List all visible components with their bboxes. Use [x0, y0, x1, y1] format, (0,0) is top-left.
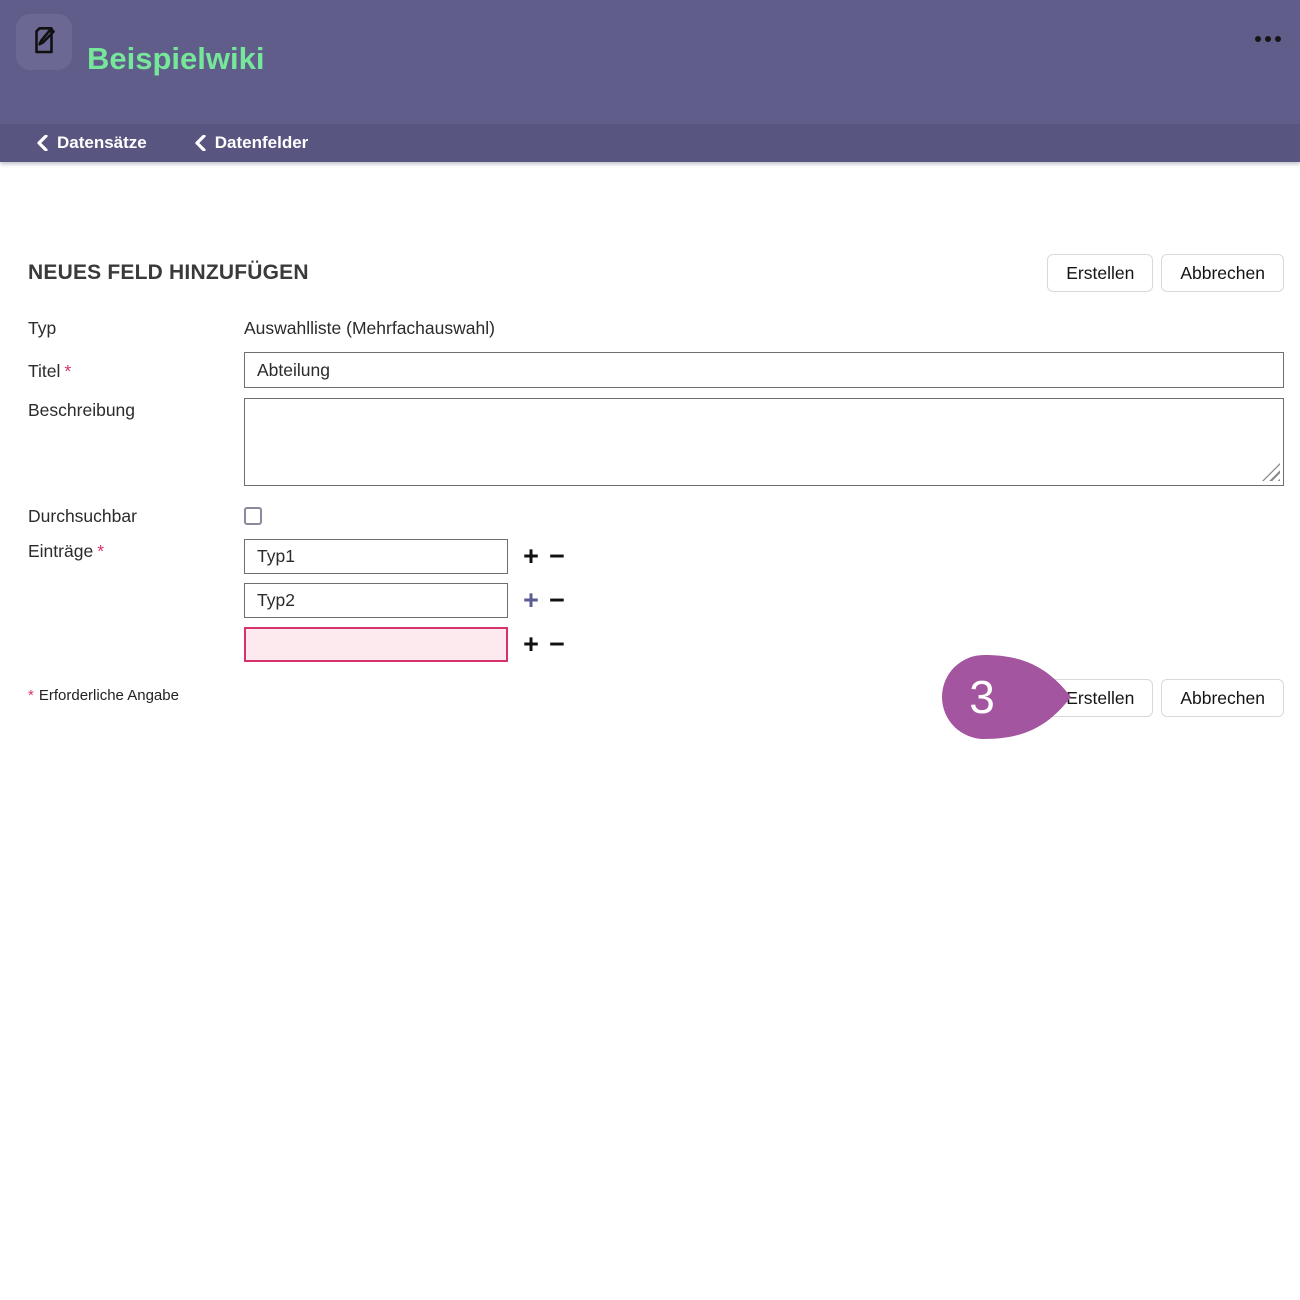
- back-chevron-icon: [194, 135, 206, 151]
- field-row-beschreibung: Beschreibung: [28, 398, 1284, 486]
- durchsuchbar-label: Durchsuchbar: [28, 504, 244, 527]
- titel-label: Titel*: [28, 359, 244, 382]
- back-chevron-icon: [36, 135, 48, 151]
- nav-item-datenfelder[interactable]: Datenfelder: [194, 133, 309, 153]
- beschreibung-textarea[interactable]: [244, 398, 1284, 486]
- breadcrumb-navbar: Datensätze Datenfelder: [0, 124, 1300, 162]
- nav-item-label: Datensätze: [57, 133, 147, 153]
- top-action-buttons: Erstellen Abbrechen: [1047, 254, 1284, 292]
- required-note: *Erforderliche Angabe: [28, 679, 179, 704]
- beschreibung-label: Beschreibung: [28, 398, 244, 421]
- app-header: Beispielwiki: [0, 0, 1300, 124]
- form-title-row: NEUES FELD HINZUFÜGEN Erstellen Abbreche…: [28, 254, 1284, 292]
- entry-row: + −: [244, 583, 1284, 618]
- bottom-action-buttons: Erstellen Abbrechen: [1047, 679, 1284, 717]
- typ-value: Auswahlliste (Mehrfachauswahl): [244, 316, 1284, 339]
- page-title: NEUES FELD HINZUFÜGEN: [28, 261, 309, 285]
- field-row-durchsuchbar: Durchsuchbar: [28, 504, 1284, 527]
- eintraege-label: Einträge*: [28, 539, 244, 562]
- nav-item-datensaetze[interactable]: Datensätze: [36, 133, 147, 153]
- main-content: NEUES FELD HINZUFÜGEN Erstellen Abbreche…: [0, 254, 1300, 717]
- form-footer-row: *Erforderliche Angabe Erstellen Abbreche…: [28, 679, 1284, 717]
- create-button-top[interactable]: Erstellen: [1047, 254, 1153, 292]
- entry-row: + −: [244, 627, 1284, 662]
- cancel-button-bottom[interactable]: Abbrechen: [1161, 679, 1284, 717]
- create-button-bottom[interactable]: Erstellen: [1047, 679, 1153, 717]
- required-marker: *: [97, 541, 104, 561]
- entry-row: + −: [244, 539, 1284, 574]
- nav-item-label: Datenfelder: [215, 133, 309, 153]
- typ-label: Typ: [28, 316, 244, 339]
- topbar: Beispielwiki Datensätze Datenfelder: [0, 0, 1300, 162]
- app-title: Beispielwiki: [87, 41, 264, 77]
- remove-entry-icon[interactable]: −: [546, 587, 568, 614]
- remove-entry-icon[interactable]: −: [546, 631, 568, 658]
- required-marker: *: [28, 687, 34, 704]
- entries-list: + − + − + −: [244, 539, 1284, 662]
- entry-input-3-invalid[interactable]: [244, 627, 508, 662]
- entry-input-2[interactable]: [244, 583, 508, 618]
- field-row-titel: Titel*: [28, 352, 1284, 388]
- required-marker: *: [64, 361, 71, 381]
- titel-input[interactable]: [244, 352, 1284, 388]
- edit-page-icon: [26, 22, 62, 63]
- entry-input-1[interactable]: [244, 539, 508, 574]
- app-logo-tile[interactable]: [16, 14, 72, 70]
- add-entry-icon[interactable]: +: [520, 587, 542, 614]
- field-row-eintraege: Einträge* + − + − + −: [28, 539, 1284, 662]
- add-entry-icon[interactable]: +: [520, 631, 542, 658]
- remove-entry-icon[interactable]: −: [546, 543, 568, 570]
- field-row-typ: Typ Auswahlliste (Mehrfachauswahl): [28, 316, 1284, 339]
- add-entry-icon[interactable]: +: [520, 543, 542, 570]
- ellipsis-menu-icon[interactable]: [1250, 31, 1286, 47]
- cancel-button-top[interactable]: Abbrechen: [1161, 254, 1284, 292]
- durchsuchbar-checkbox[interactable]: [244, 507, 262, 525]
